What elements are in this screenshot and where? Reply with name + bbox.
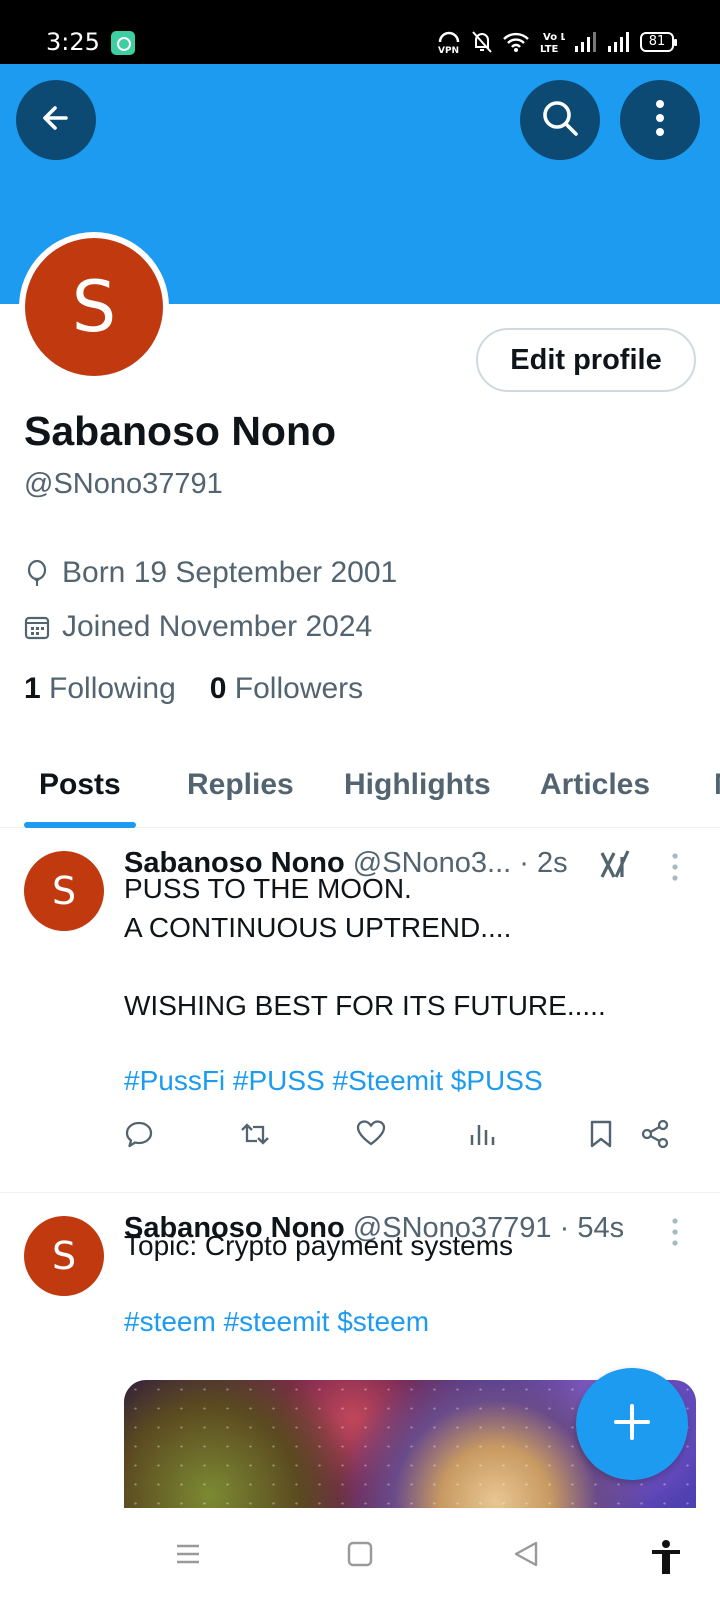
status-bar: 3:25 VPN Vo LTELTE 81: [0, 0, 720, 64]
recent-apps-icon[interactable]: [174, 1540, 202, 1573]
vpn-icon: VPN: [436, 30, 462, 54]
signal-icon: [574, 31, 598, 53]
svg-text:VPN: VPN: [438, 46, 459, 54]
repost-icon[interactable]: [238, 1119, 272, 1154]
more-options-button[interactable]: [620, 80, 700, 160]
status-icons: VPN Vo LTELTE 81: [436, 30, 677, 54]
edit-profile-button[interactable]: Edit profile: [476, 328, 696, 392]
following-label: Following: [49, 672, 176, 705]
volte-icon: Vo LTELTE: [539, 30, 565, 54]
tab-replies[interactable]: Replies: [187, 768, 294, 802]
balloon-icon: [24, 559, 50, 587]
display-name: Sabanoso Nono: [24, 408, 337, 454]
post-more-icon[interactable]: [672, 853, 678, 886]
followers-count: 0: [209, 672, 227, 705]
bookmark-icon[interactable]: [588, 1119, 614, 1154]
joined-row: Joined November 2024: [24, 610, 372, 644]
avatar-letter: S: [25, 238, 163, 376]
post-text-line: Topic: Crypto payment systems: [124, 1230, 514, 1261]
birthday-text: Born 19 September 2001: [62, 556, 398, 589]
post-text-line: WISHING BEST FOR ITS FUTURE.....: [124, 990, 606, 1021]
like-icon[interactable]: [356, 1119, 386, 1152]
post-avatar[interactable]: S: [24, 1216, 104, 1296]
tab-articles[interactable]: Articles: [540, 768, 650, 802]
svg-text:Vo LTE: Vo LTE: [543, 32, 565, 43]
search-button[interactable]: [520, 80, 600, 160]
back-button[interactable]: [16, 80, 96, 160]
following-count: 1: [24, 672, 41, 705]
signal-icon: [607, 31, 631, 53]
home-square-icon[interactable]: [346, 1540, 374, 1573]
accessibility-icon[interactable]: [650, 1540, 682, 1581]
post-avatar[interactable]: S: [24, 851, 104, 931]
followers-label: Followers: [234, 672, 364, 705]
profile-tabs: Posts Replies Highlights Articles M: [0, 744, 720, 828]
system-nav-bar: [0, 1512, 720, 1600]
following-link[interactable]: 1 Following: [24, 672, 176, 706]
post-hashtags[interactable]: #PussFi #PUSS #Steemit $PUSS: [124, 1065, 543, 1097]
back-triangle-icon[interactable]: [512, 1540, 540, 1573]
post-hashtags[interactable]: #steem #steemit $steem: [124, 1306, 429, 1338]
tab-posts[interactable]: Posts: [39, 768, 121, 802]
post-text: PUSS TO THE MOON. A CONTINUOUS UPTREND..…: [124, 869, 606, 1025]
joined-text: Joined November 2024: [62, 610, 373, 643]
tab-highlights[interactable]: Highlights: [344, 768, 491, 802]
app-notification-icon: [111, 31, 135, 55]
battery-icon: 81: [640, 32, 677, 52]
svg-text:LTE: LTE: [540, 44, 559, 54]
more-vertical-icon: [654, 98, 666, 143]
plus-icon: [612, 1402, 652, 1447]
reply-icon[interactable]: [124, 1119, 154, 1154]
post-item[interactable]: S Sabanoso Nono @SNono3... · 2s PUSS TO …: [0, 829, 720, 1193]
wifi-icon: [502, 31, 530, 53]
profile-handle: @SNono37791: [24, 468, 223, 500]
post-text: Topic: Crypto payment systems: [124, 1226, 513, 1265]
bell-off-icon: [471, 30, 493, 54]
post-text-line: A CONTINUOUS UPTREND....: [124, 912, 512, 943]
followers-link[interactable]: 0 Followers: [210, 672, 363, 706]
active-tab-indicator: [24, 822, 136, 828]
status-time: 3:25: [46, 28, 100, 56]
post-actions: [124, 1119, 684, 1155]
compose-post-button[interactable]: [576, 1368, 688, 1480]
profile-avatar[interactable]: S: [19, 232, 169, 382]
follow-stats: 1 Following 0 Followers: [24, 672, 363, 706]
search-icon: [539, 97, 581, 144]
calendar-icon: [24, 614, 50, 640]
share-icon[interactable]: [640, 1119, 670, 1154]
tab-media[interactable]: M: [714, 768, 720, 802]
post-text-line: [124, 947, 606, 986]
post-text-line: PUSS TO THE MOON.: [124, 873, 412, 904]
post-more-icon[interactable]: [672, 1218, 678, 1251]
views-icon[interactable]: [468, 1119, 496, 1152]
back-arrow-icon: [36, 98, 76, 143]
birthday-row: Born 19 September 2001: [24, 556, 397, 590]
